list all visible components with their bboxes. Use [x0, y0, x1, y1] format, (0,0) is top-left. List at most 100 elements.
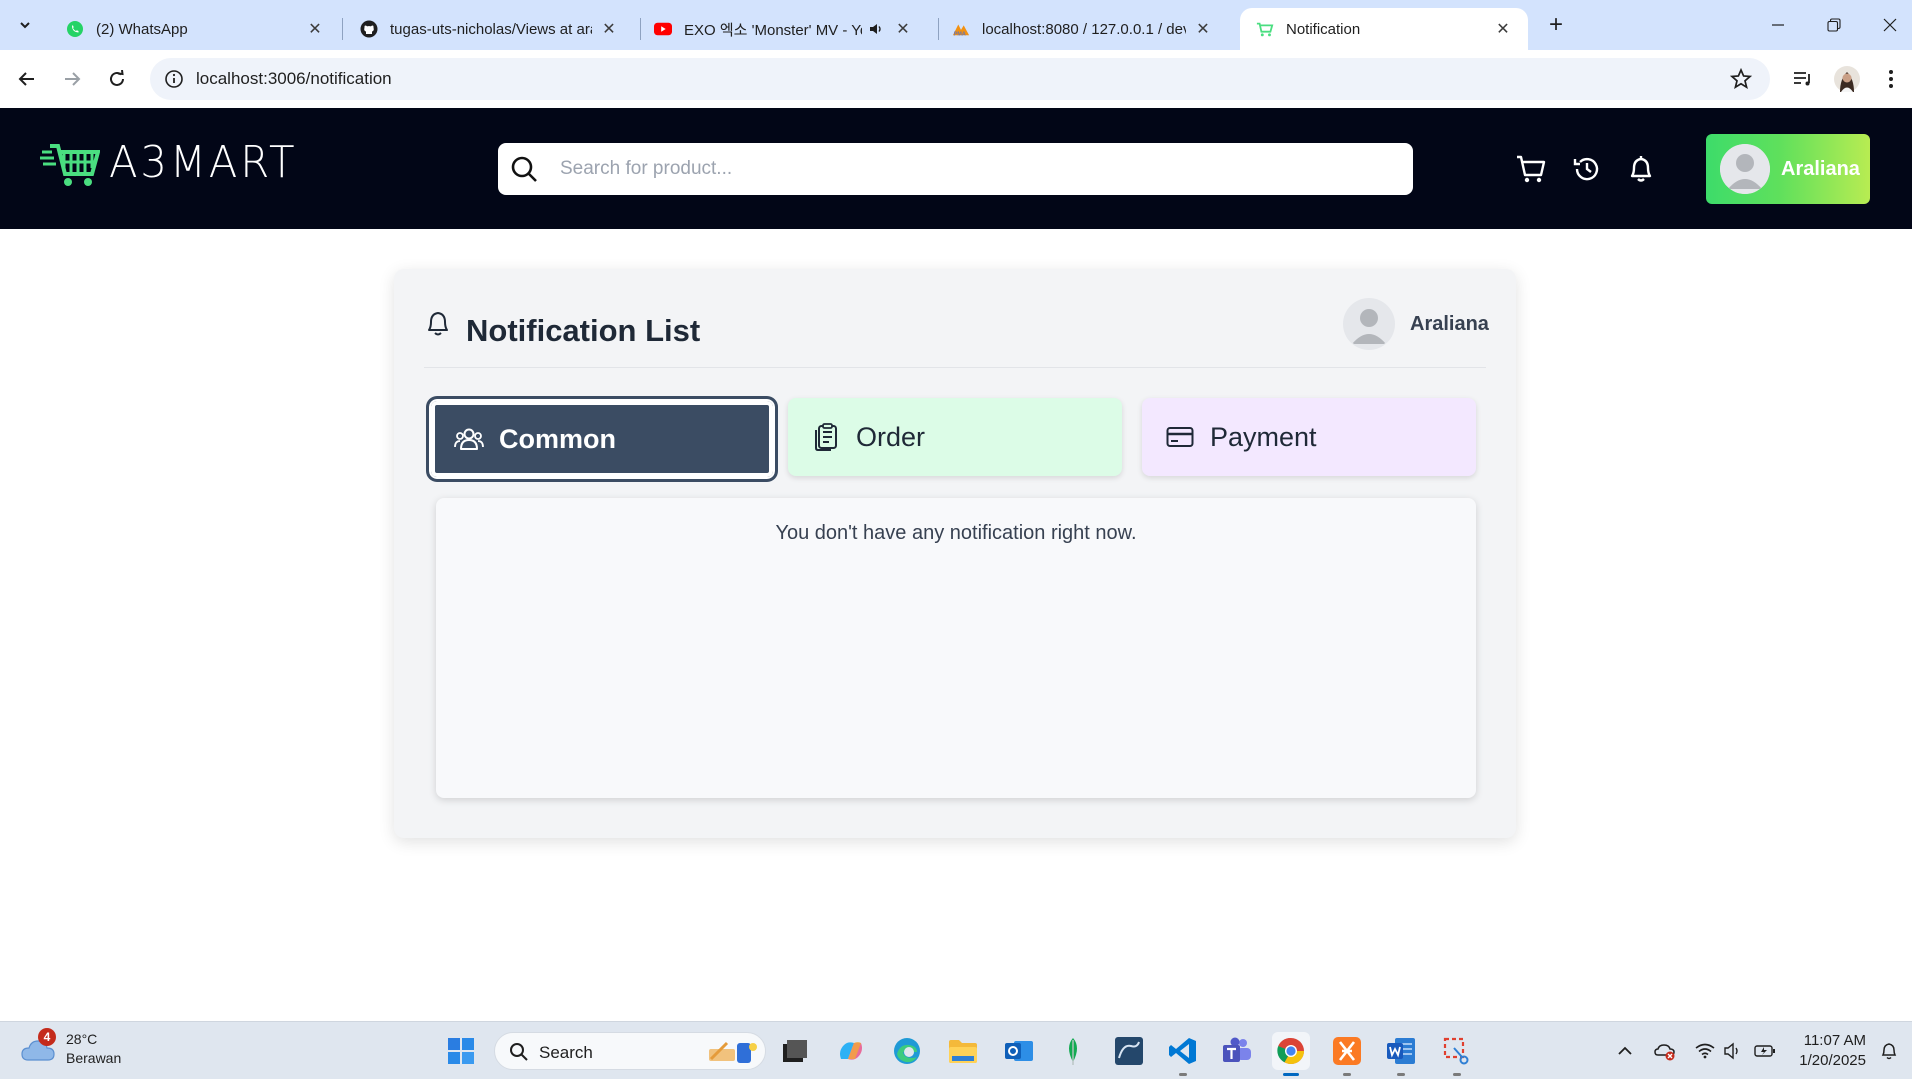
notification-card: Notification List Araliana Common Order …	[394, 269, 1516, 838]
whatsapp-icon	[66, 20, 84, 38]
bell-icon	[428, 312, 448, 336]
browser-menu-button[interactable]	[1876, 64, 1906, 94]
restore-button[interactable]	[1806, 0, 1862, 50]
close-window-button[interactable]	[1862, 0, 1912, 50]
reload-button[interactable]	[102, 64, 132, 94]
address-bar[interactable]: localhost:3006/notification	[150, 58, 1770, 100]
taskbar-edge[interactable]	[888, 1032, 926, 1070]
close-tab-icon[interactable]: ✕	[892, 18, 914, 40]
browser-tab-phpmyadmin[interactable]: PMA localhost:8080 / 127.0.0.1 / dev ✕	[936, 8, 1228, 50]
taskbar-mongodb[interactable]	[1054, 1032, 1092, 1070]
github-icon	[360, 20, 378, 38]
taskbar-xampp[interactable]	[1328, 1032, 1366, 1076]
user-name: Araliana	[1781, 157, 1860, 180]
notification-list: You don't have any notification right no…	[436, 498, 1476, 798]
show-hidden-icons-button[interactable]	[1614, 1040, 1636, 1062]
profile-avatar[interactable]	[1832, 64, 1862, 94]
browser-tab-strip: (2) WhatsApp ✕ tugas-uts-nicholas/Views …	[0, 0, 1912, 50]
clock-date: 1/20/2025	[1799, 1052, 1866, 1069]
weather-widget[interactable]: 4 28°C Berawan	[20, 1028, 122, 1068]
battery-tray[interactable]	[1754, 1040, 1776, 1062]
outlook-icon	[1005, 1041, 1033, 1061]
browser-tab-github[interactable]: tugas-uts-nicholas/Views at ara ✕	[344, 8, 634, 50]
volume-icon	[1724, 1042, 1738, 1060]
taskbar-outlook[interactable]	[1000, 1032, 1038, 1070]
onedrive-tray[interactable]	[1654, 1040, 1676, 1062]
task-view-icon	[783, 1040, 807, 1062]
weather-temp: 28°C	[66, 1031, 98, 1047]
taskbar-word[interactable]	[1382, 1032, 1420, 1076]
close-tab-icon[interactable]: ✕	[1192, 18, 1214, 40]
edge-icon	[894, 1038, 920, 1064]
bookmark-star-icon[interactable]	[1730, 68, 1752, 90]
browser-tab-whatsapp[interactable]: (2) WhatsApp ✕	[50, 8, 340, 50]
tab-common[interactable]: Common	[427, 397, 777, 481]
mysql-workbench-icon	[1115, 1037, 1143, 1065]
teams-icon	[1223, 1037, 1251, 1062]
search-highlight-icon	[709, 1041, 757, 1063]
start-button[interactable]	[442, 1032, 480, 1070]
close-tab-icon[interactable]: ✕	[1492, 18, 1514, 40]
notification-center-button[interactable]	[1878, 1040, 1900, 1062]
chevron-down-icon	[20, 22, 30, 29]
taskbar-snipping-tool[interactable]	[1438, 1032, 1476, 1076]
taskbar-mysql-workbench[interactable]	[1110, 1032, 1148, 1070]
browser-tab-youtube[interactable]: EXO 엑소 'Monster' MV - Yo ✕	[638, 8, 928, 50]
folder-icon	[949, 1040, 977, 1063]
site-info-icon[interactable]	[164, 69, 184, 89]
speaker-icon[interactable]	[866, 21, 886, 37]
history-icon	[1573, 157, 1599, 181]
search-input[interactable]	[560, 153, 1390, 185]
tab-search-button[interactable]	[10, 10, 40, 40]
wifi-icon	[1695, 1043, 1715, 1059]
taskbar-teams[interactable]	[1218, 1032, 1256, 1070]
weather-alert-badge: 4	[38, 1028, 56, 1046]
clock-time: 11:07 AM	[1803, 1032, 1866, 1049]
tab-title: localhost:8080 / 127.0.0.1 / dev	[982, 20, 1186, 38]
system-clock[interactable]: 11:07 AM 1/20/2025	[1799, 1031, 1866, 1071]
tab-title: tugas-uts-nicholas/Views at ara	[390, 20, 592, 38]
tab-payment[interactable]: Payment	[1142, 398, 1476, 476]
new-tab-button[interactable]: +	[1542, 11, 1570, 39]
app-header: A3MART Araliana	[0, 108, 1912, 229]
taskbar-file-explorer[interactable]	[944, 1032, 982, 1070]
close-tab-icon[interactable]: ✕	[304, 18, 326, 40]
close-tab-icon[interactable]: ✕	[598, 18, 620, 40]
product-search-bar[interactable]	[498, 143, 1413, 195]
card-header: Notification List Araliana	[424, 299, 1489, 368]
restore-icon	[1827, 18, 1841, 32]
volume-tray[interactable]	[1722, 1040, 1744, 1062]
close-icon	[1883, 18, 1897, 32]
battery-charging-icon	[1754, 1045, 1775, 1057]
cart-favicon-icon	[1256, 20, 1274, 38]
forward-button[interactable]	[57, 64, 87, 94]
tab-order[interactable]: Order	[788, 398, 1122, 476]
taskbar-task-view[interactable]	[776, 1032, 814, 1070]
taskbar-copilot[interactable]	[832, 1032, 870, 1070]
tab-title: Notification	[1286, 20, 1361, 38]
taskbar-vscode[interactable]	[1164, 1032, 1202, 1076]
browser-tab-notification[interactable]: Notification ✕	[1240, 8, 1528, 50]
avatar	[1344, 299, 1394, 349]
search-icon	[511, 156, 537, 182]
page-title: Notification List	[466, 313, 701, 348]
cart-button[interactable]	[1514, 152, 1548, 186]
weather-desc: Berawan	[66, 1050, 122, 1066]
minimize-button[interactable]	[1750, 0, 1806, 50]
user-menu-button[interactable]: Araliana	[1706, 134, 1870, 204]
history-button[interactable]	[1570, 152, 1604, 186]
youtube-icon	[654, 20, 672, 38]
media-controls-button[interactable]	[1788, 64, 1818, 94]
wifi-tray[interactable]	[1694, 1040, 1716, 1062]
onedrive-error-icon	[1654, 1044, 1675, 1061]
tab-title: (2) WhatsApp	[96, 20, 188, 38]
notification-button[interactable]	[1624, 152, 1658, 186]
notification-bell-icon	[1881, 1043, 1897, 1060]
back-button[interactable]	[12, 64, 42, 94]
taskbar-chrome[interactable]	[1272, 1032, 1310, 1076]
minimize-icon	[1772, 24, 1784, 26]
taskbar-search[interactable]: Search	[494, 1032, 766, 1070]
arrow-left-icon	[18, 72, 34, 86]
logo[interactable]: A3MART	[40, 138, 302, 188]
logo-text: A3MART	[108, 137, 298, 188]
